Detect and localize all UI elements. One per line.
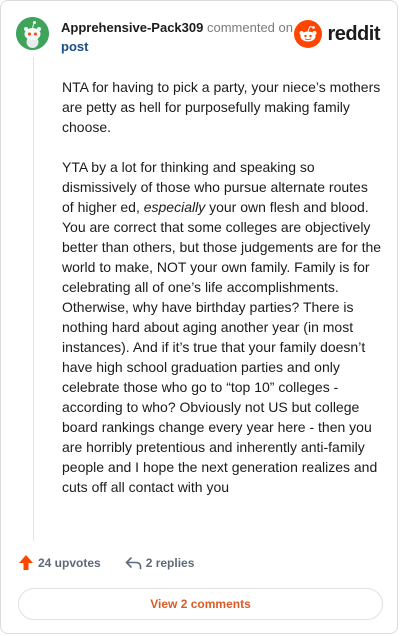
reply-stat[interactable]: 2 replies [125, 555, 195, 570]
comment-body: NTA for having to pick a party, your nie… [62, 77, 382, 517]
comment-header: Apprehensive-Pack309 commented on post [61, 18, 311, 56]
upvote-count: 24 upvotes [38, 555, 101, 570]
reddit-brand[interactable]: reddit [294, 20, 380, 48]
reply-count: 2 replies [145, 555, 195, 570]
comment-card: Apprehensive-Pack309 commented on post r… [0, 0, 398, 634]
paragraph-text: your own flesh and blood. You are correc… [62, 199, 382, 495]
comment-paragraph: YTA by a lot for thinking and speaking s… [62, 157, 382, 497]
comment-footer: 24 upvotes 2 replies [18, 554, 218, 571]
upvote-arrow-icon [19, 555, 33, 570]
comment-action: commented on [206, 20, 293, 35]
snoo-avatar-icon [16, 17, 49, 50]
post-link[interactable]: post [61, 37, 311, 56]
emphasis-text: especially [143, 199, 206, 215]
upvote-stat[interactable]: 24 upvotes [18, 554, 101, 571]
view-comments-button[interactable]: View 2 comments [18, 588, 383, 620]
reply-arrow-icon [125, 556, 142, 569]
brand-name: reddit [327, 22, 380, 45]
user-avatar[interactable] [16, 17, 49, 50]
thread-line [33, 57, 34, 541]
username[interactable]: Apprehensive-Pack309 [61, 20, 203, 35]
paragraph-text: NTA for having to pick a party, your nie… [62, 79, 381, 135]
comment-paragraph: NTA for having to pick a party, your nie… [62, 77, 382, 137]
reddit-logo-icon [294, 20, 323, 48]
